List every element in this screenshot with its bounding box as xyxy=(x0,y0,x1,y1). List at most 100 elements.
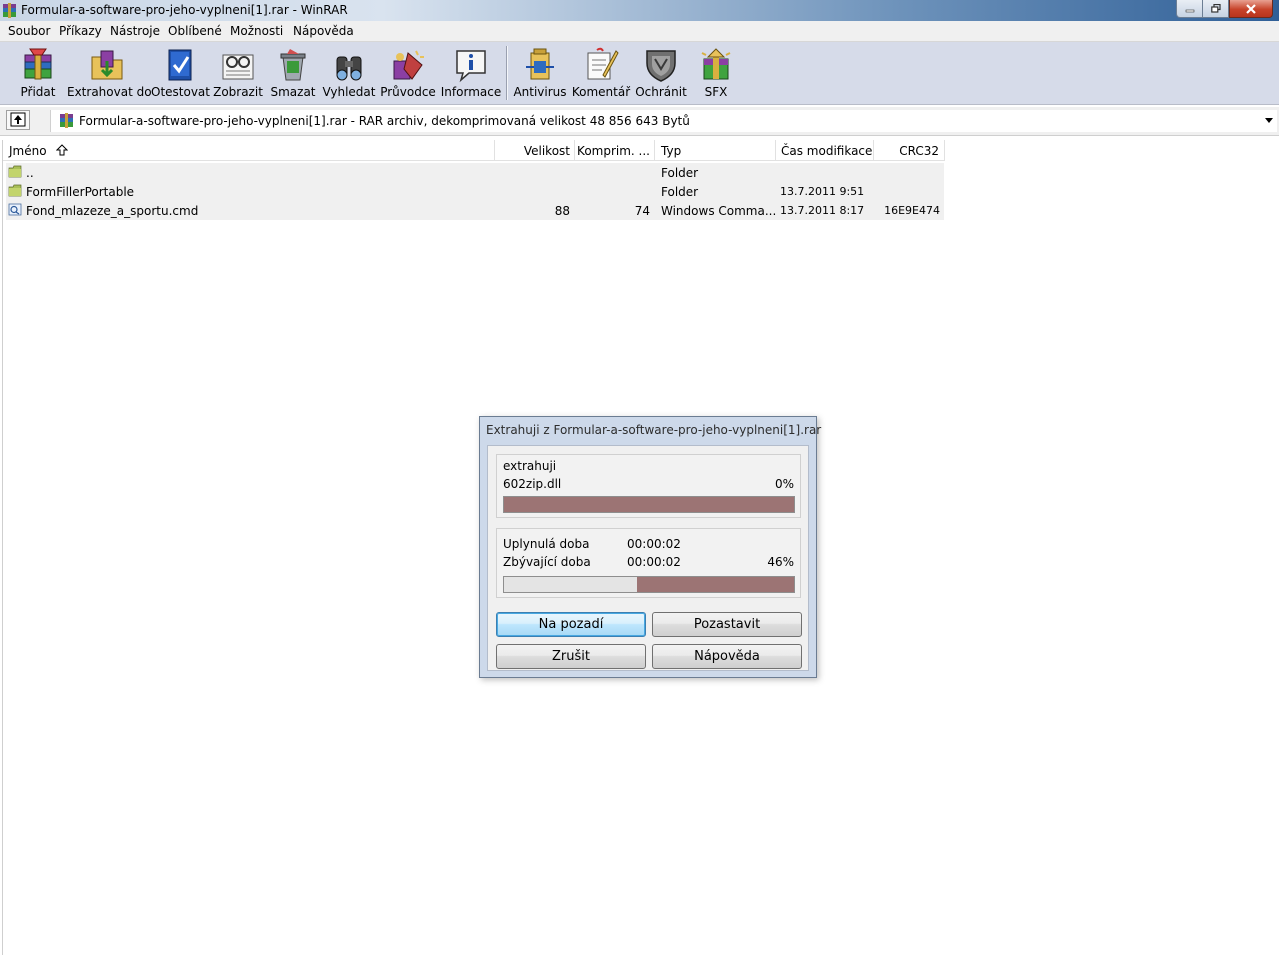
file-type: Folder xyxy=(661,166,699,180)
restore-icon xyxy=(1210,4,1221,13)
find-button[interactable]: Vyhledat xyxy=(322,44,376,102)
info-button[interactable]: Informace xyxy=(440,44,502,102)
antivirus-button[interactable]: Antivirus xyxy=(513,44,567,102)
file-packed: 74 xyxy=(634,204,650,218)
remaining-value: 00:00:02 xyxy=(627,555,681,569)
info-icon xyxy=(456,50,486,83)
extract-to-button[interactable]: Extrahovat do xyxy=(67,44,152,102)
archive-path-text: Formular-a-software-pro-jeho-vyplneni[1]… xyxy=(79,114,690,128)
file-progress-group: extrahuji 602zip.dll 0% xyxy=(496,454,801,518)
find-icon xyxy=(336,56,362,81)
title-bar: Formular-a-software-pro-jeho-vyplneni[1]… xyxy=(0,0,1279,21)
current-file-name: 602zip.dll xyxy=(503,477,562,491)
file-modified: 13.7.2011 8:17 xyxy=(780,204,865,217)
wizard-button[interactable]: Průvodce xyxy=(380,44,436,102)
column-name[interactable]: Jméno xyxy=(3,140,495,161)
up-folder-button[interactable] xyxy=(6,110,30,130)
protect-icon xyxy=(646,50,676,82)
protect-button[interactable]: Ochránit xyxy=(635,44,687,102)
sfx-button-label: SFX xyxy=(704,85,728,99)
total-progress-bar xyxy=(503,576,795,593)
extract-to-button-label: Extrahovat do xyxy=(67,85,152,99)
column-packed[interactable]: Komprim. ... xyxy=(575,140,655,161)
elapsed-value: 00:00:02 xyxy=(627,537,681,551)
delete-button-label: Smazat xyxy=(270,85,316,99)
delete-icon xyxy=(280,49,306,81)
window-title: Formular-a-software-pro-jeho-vyplneni[1]… xyxy=(21,3,348,17)
test-button[interactable]: Otestovat xyxy=(151,44,210,102)
minimize-button[interactable] xyxy=(1176,0,1202,18)
background-button[interactable]: Na pozadí xyxy=(496,612,646,637)
remaining-label: Zbývající doba xyxy=(503,555,591,569)
view-icon xyxy=(222,54,254,80)
menu-moznosti[interactable]: Možnosti xyxy=(230,24,283,38)
toolbar: Přidat Extrahovat do Otestovat Zobrazit … xyxy=(0,42,1279,105)
elapsed-label: Uplynulá doba xyxy=(503,537,590,551)
table-row[interactable]: Fond_mlazeze_a_sportu.cmd 88 74 Windows … xyxy=(6,201,944,220)
protect-button-label: Ochránit xyxy=(635,85,687,99)
file-progress-bar xyxy=(503,496,795,513)
total-progress-group: Uplynulá doba 00:00:02 Zbývající doba 00… xyxy=(496,528,801,598)
find-button-label: Vyhledat xyxy=(322,85,376,99)
toolbar-separator xyxy=(506,46,508,100)
wizard-button-label: Průvodce xyxy=(380,85,436,99)
folder-icon xyxy=(8,184,22,197)
extract-progress-dialog: Extrahuji z Formular-a-software-pro-jeho… xyxy=(479,416,821,678)
file-type: Folder xyxy=(661,185,699,199)
info-button-label: Informace xyxy=(440,85,502,99)
close-icon xyxy=(1246,3,1256,14)
comment-icon xyxy=(587,47,619,80)
comment-button-label: Komentář xyxy=(571,85,631,99)
file-percent: 0% xyxy=(774,477,794,491)
file-progress-fill xyxy=(504,497,794,512)
wizard-icon xyxy=(393,50,424,80)
file-name: FormFillerPortable xyxy=(26,185,135,199)
help-button[interactable]: Nápověda xyxy=(652,644,802,669)
total-percent: 46% xyxy=(767,555,794,569)
pause-button[interactable]: Pozastavit xyxy=(652,612,802,637)
file-name: .. xyxy=(26,166,34,180)
dialog-title: Extrahuji z Formular-a-software-pro-jeho… xyxy=(486,423,822,437)
menu-nastroje[interactable]: Nástroje xyxy=(110,24,160,38)
add-button[interactable]: Přidat xyxy=(10,44,66,102)
test-icon xyxy=(168,49,192,81)
window-controls xyxy=(1176,0,1273,18)
column-size[interactable]: Velikost xyxy=(495,140,575,161)
menu-oblibene[interactable]: Oblíbené xyxy=(168,24,222,38)
file-type: Windows Comma... xyxy=(661,204,777,218)
test-button-label: Otestovat xyxy=(151,85,210,99)
total-progress-fill xyxy=(637,577,794,592)
add-button-label: Přidat xyxy=(20,85,56,99)
menu-prikazy[interactable]: Příkazy xyxy=(59,24,102,38)
table-row[interactable]: FormFillerPortable Folder 13.7.2011 9:51 xyxy=(6,182,944,201)
column-modified[interactable]: Čas modifikace xyxy=(776,140,874,161)
file-modified: 13.7.2011 9:51 xyxy=(780,185,865,198)
antivirus-button-label: Antivirus xyxy=(513,85,567,99)
close-button[interactable] xyxy=(1229,0,1273,18)
view-button-label: Zobrazit xyxy=(213,85,263,99)
address-bar: Formular-a-software-pro-jeho-vyplneni[1]… xyxy=(0,107,1279,136)
view-button[interactable]: Zobrazit xyxy=(213,44,263,102)
maximize-button[interactable] xyxy=(1202,0,1229,18)
file-size: 88 xyxy=(554,204,570,218)
comment-button[interactable]: Komentář xyxy=(571,44,631,102)
delete-button[interactable]: Smazat xyxy=(268,44,318,102)
minimize-icon xyxy=(1185,9,1194,12)
menu-napoveda[interactable]: Nápověda xyxy=(293,24,354,38)
winrar-icon xyxy=(3,3,16,18)
sfx-button[interactable]: SFX xyxy=(692,44,740,102)
menu-soubor[interactable]: Soubor xyxy=(8,24,50,38)
menu-bar: Soubor Příkazy Nástroje Oblíbené Možnost… xyxy=(0,21,1279,42)
cancel-button[interactable]: Zrušit xyxy=(496,644,646,669)
dialog-body: extrahuji 602zip.dll 0% Uplynulá doba 00… xyxy=(487,445,809,671)
column-crc32[interactable]: CRC32 xyxy=(874,140,945,161)
sort-ascending-icon xyxy=(56,144,68,156)
up-arrow-icon xyxy=(10,112,26,127)
archive-path-field[interactable]: Formular-a-software-pro-jeho-vyplneni[1]… xyxy=(50,110,1277,132)
rar-archive-icon xyxy=(60,113,73,128)
chevron-down-icon[interactable] xyxy=(1265,118,1273,123)
table-row[interactable]: .. Folder xyxy=(6,163,944,182)
add-archive-icon xyxy=(24,48,52,80)
antivirus-icon xyxy=(526,48,554,80)
column-type[interactable]: Typ xyxy=(655,140,776,161)
